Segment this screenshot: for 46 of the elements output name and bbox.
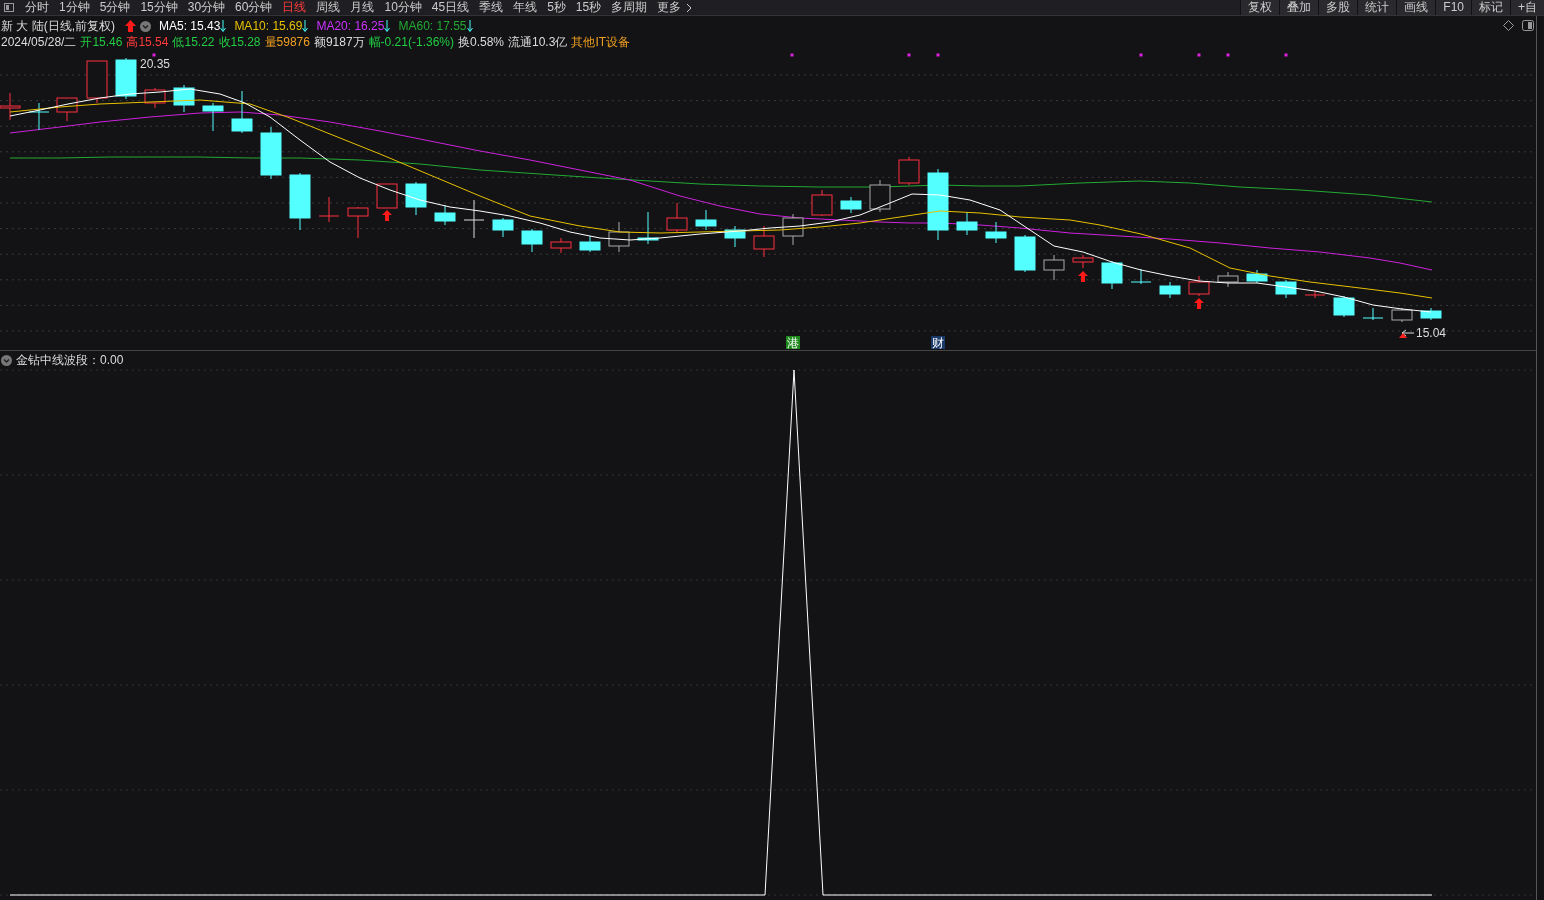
toolbar-button[interactable]: F10 [1435,0,1471,15]
moving-average-label: MA20: 16.25 [316,19,391,33]
period-tab[interactable]: 15分钟 [135,0,183,15]
toolbar-button[interactable]: 复权 [1240,0,1280,15]
toolbar-button[interactable]: 多股 [1318,0,1358,15]
event-badge[interactable]: 财 [931,336,945,350]
toolbar-button[interactable]: 叠加 [1279,0,1319,15]
period-tab[interactable]: 年线 [508,0,543,15]
high-price-label: 20.35 [140,57,171,71]
quote-value: 额9187万 [313,33,365,51]
quote-value: 其他IT设备 [571,33,631,51]
stock-title: 新 大 陆(日线,前复权) [1,17,115,35]
quote-value: 流通10.3亿 [508,33,568,51]
period-tab[interactable]: 日线 [277,0,312,15]
quote-value: 换0.58% [458,33,504,51]
quote-value: 开15.46 [80,33,123,51]
moving-average-label: MA5: 15.43 [159,19,227,33]
period-tab[interactable]: 5秒 [542,0,571,15]
quote-value: 幅-0.21(-1.36%) [368,33,454,51]
period-tab[interactable]: 15秒 [570,0,607,15]
period-tab[interactable]: 45日线 [426,0,475,15]
event-badge[interactable]: 港 [786,336,800,350]
toolbar-button[interactable]: 画线 [1396,0,1436,15]
period-tab[interactable]: 30分钟 [182,0,231,15]
period-tab[interactable]: 1分钟 [54,0,95,15]
period-tab[interactable]: 月线 [345,0,380,15]
quote-value: 收15.28 [218,33,261,51]
period-tab[interactable]: 季线 [474,0,509,15]
period-tab[interactable]: 10分钟 [379,0,427,15]
period-tab[interactable]: 60分钟 [230,0,278,15]
period-tab[interactable]: 5分钟 [94,0,136,15]
toolbar-button[interactable]: 标记 [1471,0,1510,15]
toolbar-button[interactable]: 统计 [1357,0,1397,15]
moving-average-label: MA60: 17.55 [398,19,473,33]
date-label: 2024/05/28/二 [1,33,77,51]
quote-value: 低15.22 [172,33,215,51]
period-tab[interactable]: 多周期 [606,0,653,15]
toolbar-button[interactable]: +自 [1510,0,1544,15]
moving-average-label: MA10: 15.69 [234,19,309,33]
period-tab[interactable]: 周线 [311,0,346,15]
quote-value: 高15.54 [126,33,169,51]
more-menu[interactable]: 更多 [652,0,687,15]
period-tab[interactable]: 分时 [20,0,54,15]
low-price-label: 15.04 [1416,326,1447,340]
indicator-title: 金钻中线波段：0.00 [16,351,124,369]
quote-value: 量59876 [264,33,310,51]
